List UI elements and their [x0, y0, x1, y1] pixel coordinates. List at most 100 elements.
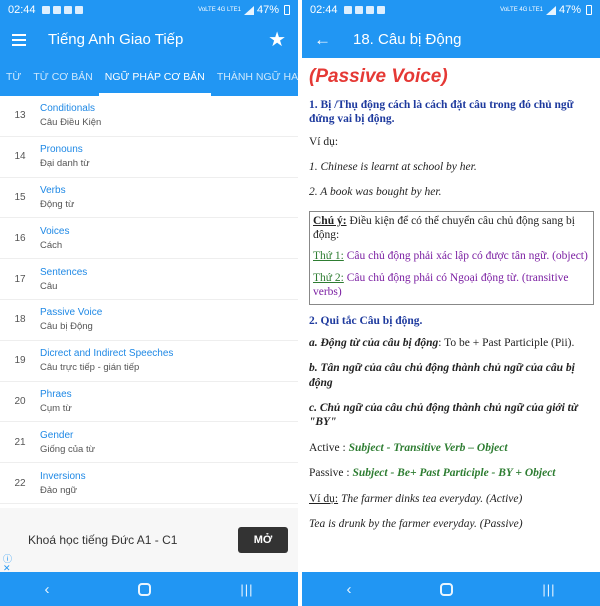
status-time: 02:44: [8, 4, 36, 16]
condition-2-label: Thứ 2:: [313, 271, 344, 284]
note-label: Chú ý:: [313, 214, 347, 227]
item-number: 20: [14, 395, 26, 407]
condition-2-text: Câu chủ động phải có Ngoại động từ. (tra…: [313, 271, 569, 299]
note-box: Chú ý: Điều kiện để có thể chuyển câu ch…: [309, 210, 594, 305]
tab-thanh-ngu-hay[interactable]: THÀNH NGỮ HAY: [211, 58, 298, 96]
rule-a-label: a. Động từ của câu bị động: [309, 336, 439, 349]
notification-icons: [41, 6, 83, 14]
lesson-title: 18. Câu bị Động: [353, 30, 462, 48]
passive-label: Passive :: [309, 467, 353, 480]
list-item[interactable]: 13 Conditionals Câu Điều Kiện: [0, 96, 298, 137]
signal-icon: [243, 5, 254, 15]
menu-icon[interactable]: [12, 33, 26, 46]
notification-icons: [343, 6, 385, 14]
item-title: Passive Voice: [40, 307, 103, 319]
section-1-title: 1. Bị /Thụ động cách là cách đặt câu tro…: [309, 98, 574, 126]
item-number: 22: [14, 477, 26, 489]
network-label: VoLTE 4G LTE1: [500, 7, 543, 13]
item-title: Inversions: [40, 470, 86, 482]
nav-home-icon[interactable]: [440, 582, 454, 596]
item-subtitle: Cách: [40, 239, 63, 251]
system-nav-bar: ‹ |||: [302, 572, 600, 606]
signal-icon: [545, 5, 556, 15]
list-item[interactable]: 19 Dicrect and Indirect Speeches Câu trực …: [0, 341, 298, 382]
app-title: Tiếng Anh Giao Tiếp: [48, 30, 184, 48]
app-bar: Tiếng Anh Giao Tiếp ★: [0, 20, 298, 58]
category-tabs: TỪ TỪ CƠ BẢN NGỮ PHÁP CƠ BẢN THÀNH NGỮ H…: [0, 58, 298, 96]
list-item[interactable]: 17 Sentences Câu: [0, 259, 298, 300]
ad-open-button[interactable]: MỞ: [238, 527, 288, 553]
item-subtitle: Động từ: [40, 198, 75, 210]
item-title: Voices: [40, 225, 70, 237]
item-number: 19: [14, 355, 26, 367]
rule-a-text: : To be + Past Participle (Pii).: [438, 336, 575, 349]
tab-ngu-phap-co-ban[interactable]: NGỮ PHÁP CƠ BẢN: [98, 58, 211, 96]
example-2: 2. A book was bought by her.: [309, 186, 442, 199]
item-title: Conditionals: [40, 103, 96, 115]
passive-rule: Subject - Be+ Past Participle - BY + Obj…: [352, 467, 556, 480]
tab-tu[interactable]: TỪ: [0, 58, 27, 96]
item-number: 18: [14, 314, 26, 326]
ad-banner[interactable]: ⓘ ✕ Khoá học tiếng Đức A1 - C1 MỞ: [0, 508, 298, 573]
list-item[interactable]: 16 Voices Cách: [0, 218, 298, 260]
note-text: Điều kiện để có thể chuyển câu chủ động …: [313, 214, 575, 241]
tab-tu-co-ban[interactable]: TỪ CƠ BẢN: [27, 58, 98, 96]
ad-text: Khoá học tiếng Đức A1 - C1: [28, 533, 178, 547]
battery-label: 47%: [558, 4, 581, 16]
system-nav-bar: ‹ |||: [0, 572, 298, 606]
nav-back-icon[interactable]: ‹: [346, 581, 351, 598]
battery-icon: [586, 5, 592, 15]
list-item[interactable]: 21 Gender Giống của từ: [0, 422, 298, 464]
status-bar: 02:44 VoLTE 4G LTE1 47%: [302, 0, 600, 20]
network-label: VoLTE 4G LTE1: [198, 7, 241, 13]
list-item[interactable]: 18 Passive Voice Câu bị Động: [0, 300, 298, 341]
item-title: Gender: [40, 429, 74, 441]
item-number: 15: [14, 191, 26, 203]
example-1: 1. Chinese is learnt at school by her.: [309, 160, 477, 173]
item-title: Pronouns: [40, 144, 83, 156]
item-subtitle: Câu: [40, 280, 58, 292]
active-rule: Subject - Transitive Verb – Object: [348, 441, 508, 454]
list-item[interactable]: 15 Verbs Động từ: [0, 178, 298, 219]
rule-b: b. Tân ngữ của câu chủ động thành chủ ng…: [309, 362, 575, 389]
app-bar: ← 18. Câu bị Động: [302, 20, 600, 58]
item-number: 17: [14, 273, 26, 285]
item-title: Sentences: [40, 266, 88, 278]
nav-back-icon[interactable]: ‹: [44, 581, 49, 598]
rule-c: c. Chủ ngữ của câu chủ động thành chủ ng…: [309, 402, 578, 429]
item-subtitle: Giống của từ: [40, 443, 95, 455]
item-subtitle: Đại danh từ: [40, 158, 90, 170]
lesson-list: 13 Conditionals Câu Điều Kiện 14 Pronouns Đạ…: [0, 96, 298, 508]
condition-1-text: Câu chủ động phải xác lập có được tân ng…: [343, 250, 588, 263]
item-title: Verbs: [40, 184, 66, 196]
example-4: Tea is drunk by the farmer everyday. (Pa…: [309, 517, 523, 530]
back-arrow-icon[interactable]: ←: [314, 31, 331, 48]
list-item[interactable]: 20 Phraes Cụm từ: [0, 382, 298, 423]
nav-recent-icon[interactable]: |||: [240, 582, 253, 597]
nav-home-icon[interactable]: [138, 582, 152, 596]
example-label-2: Ví dụ:: [309, 492, 339, 505]
battery-label: 47%: [256, 4, 279, 16]
example-label: Ví dụ:: [309, 135, 339, 148]
item-number: 14: [14, 151, 26, 163]
condition-1-label: Thứ 1:: [313, 250, 344, 263]
item-subtitle: Cụm từ: [40, 402, 72, 414]
item-subtitle: Câu Điều Kiện: [40, 117, 102, 129]
item-number: 21: [14, 436, 26, 448]
status-bar: 02:44 VoLTE 4G LTE1 47%: [0, 0, 298, 20]
nav-recent-icon[interactable]: |||: [542, 582, 555, 597]
item-subtitle: Câu bị Động: [40, 321, 93, 333]
star-icon[interactable]: ★: [268, 27, 286, 52]
list-item[interactable]: 22 Inversions Đảo ngữ: [0, 463, 298, 504]
active-label: Active :: [309, 441, 349, 454]
example-3: The farmer dinks tea everyday. (Active): [338, 492, 523, 505]
item-number: 16: [14, 232, 26, 244]
list-item[interactable]: 14 Pronouns Đại danh từ: [0, 137, 298, 178]
item-title: Dicrect and Indirect Speeches: [40, 348, 174, 360]
status-time: 02:44: [310, 4, 338, 16]
lesson-heading: (Passive Voice): [309, 66, 448, 87]
item-number: 13: [14, 110, 26, 122]
left-screen: 02:44 VoLTE 4G LTE1 47% Tiếng Anh Giao T…: [0, 0, 298, 606]
item-subtitle: Đảo ngữ: [40, 484, 77, 496]
right-screen: 02:44 VoLTE 4G LTE1 47% ← 18. Câu bị Độn…: [302, 0, 600, 606]
